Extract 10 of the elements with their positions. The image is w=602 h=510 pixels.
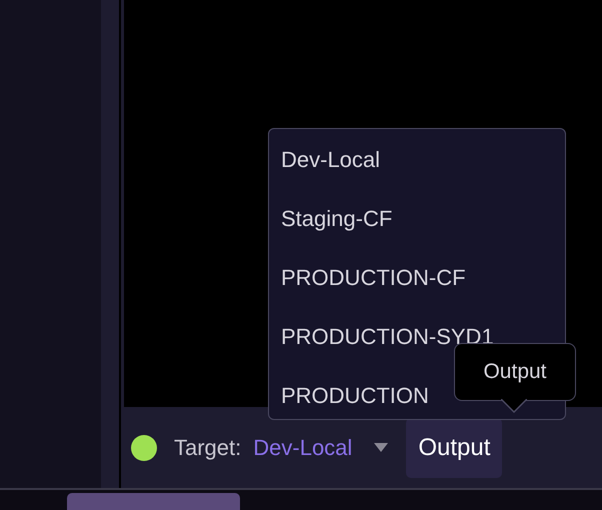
- target-option[interactable]: Staging-CF: [269, 200, 565, 259]
- status-dot-icon: [131, 434, 157, 460]
- output-tooltip: Output: [454, 343, 576, 401]
- target-label: Target:: [174, 434, 242, 460]
- tooltip-pointer: [501, 399, 527, 413]
- target-option[interactable]: PRODUCTION-CF: [269, 259, 565, 318]
- output-button[interactable]: Output: [406, 418, 502, 478]
- caret-icon[interactable]: [374, 443, 388, 452]
- target-option[interactable]: Dev-Local: [269, 141, 565, 200]
- target-value[interactable]: Dev-Local: [253, 434, 352, 460]
